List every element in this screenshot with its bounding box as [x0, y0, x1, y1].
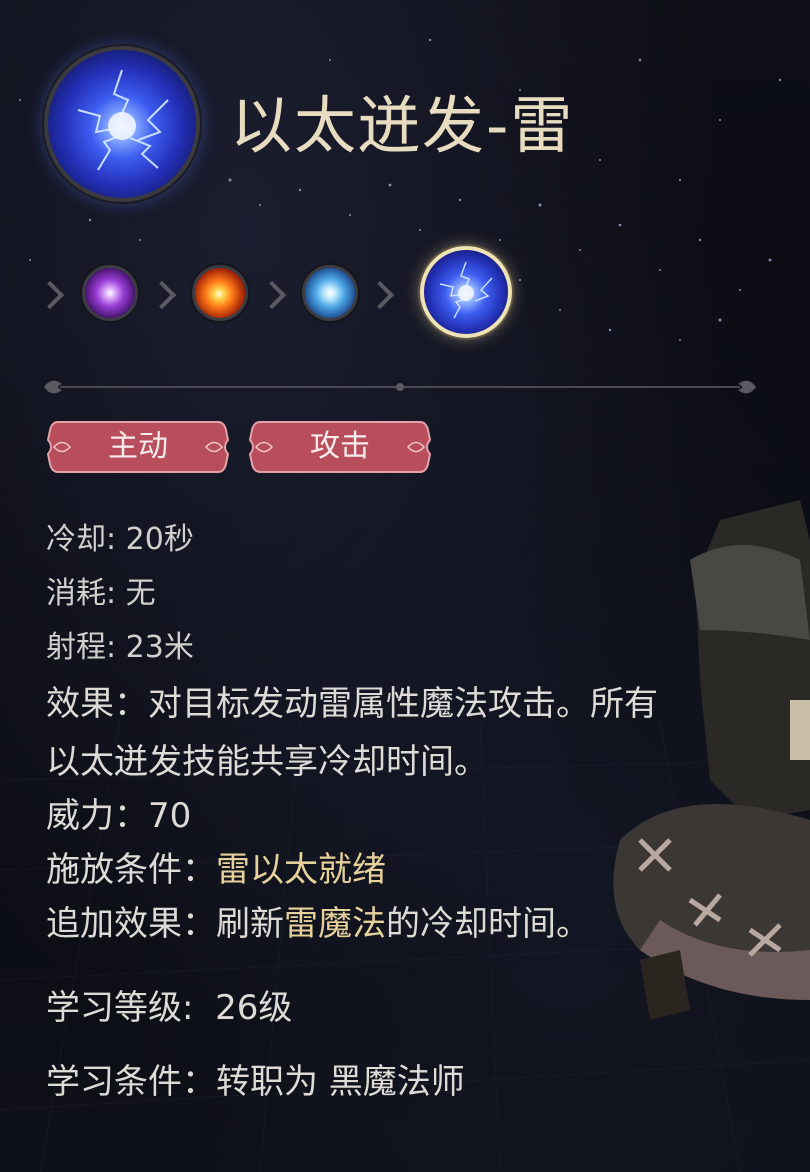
- effect-line-1: 效果：对目标发动雷属性魔法攻击。所有: [46, 684, 658, 724]
- power-text: 威力：70: [46, 796, 192, 836]
- bonus-effect: 追加效果：刷新雷魔法的冷却时间。: [46, 896, 590, 945]
- chevron-right-icon: [35, 280, 65, 310]
- ornamental-divider: [44, 380, 756, 394]
- learn-condition: 学习条件：转职为 黑魔法师: [46, 1062, 465, 1102]
- cost-text: 消耗: 无: [46, 576, 156, 611]
- learn-level: 学习等级: 26级: [46, 988, 293, 1028]
- cast-condition-value: 雷以太就绪: [216, 850, 386, 890]
- character-figure: [613, 500, 810, 1020]
- thunder-orb-icon: [44, 46, 200, 202]
- effect-line-2: 以太迸发技能共享冷却时间。: [46, 742, 488, 782]
- skill-chain: [35, 240, 600, 350]
- tag-label: 主动: [108, 429, 168, 464]
- tag-attack: 攻击: [248, 420, 432, 474]
- bonus-effect-suffix: 的冷却时间。: [386, 904, 590, 944]
- cooldown-text: 冷却: 20秒: [46, 522, 194, 557]
- ice-orb-icon[interactable]: [302, 265, 358, 321]
- tag-label: 攻击: [310, 429, 370, 464]
- tag-active: 主动: [46, 420, 230, 474]
- thunder-orb-icon-selected[interactable]: [420, 246, 512, 338]
- chevron-right-icon: [257, 280, 287, 310]
- skill-title: 以太迸发-雷: [230, 89, 575, 162]
- cast-condition-label: 施放条件：: [46, 850, 216, 890]
- chevron-right-icon: [147, 280, 177, 310]
- bonus-effect-highlight: 雷魔法: [284, 904, 386, 944]
- cast-condition: 施放条件：雷以太就绪: [46, 842, 386, 891]
- fire-orb-icon[interactable]: [192, 265, 248, 321]
- chevron-right-icon: [365, 280, 395, 310]
- arcane-orb-icon[interactable]: [82, 265, 138, 321]
- range-text: 射程: 23米: [46, 630, 194, 665]
- bonus-effect-label: 追加效果：刷新: [46, 904, 284, 944]
